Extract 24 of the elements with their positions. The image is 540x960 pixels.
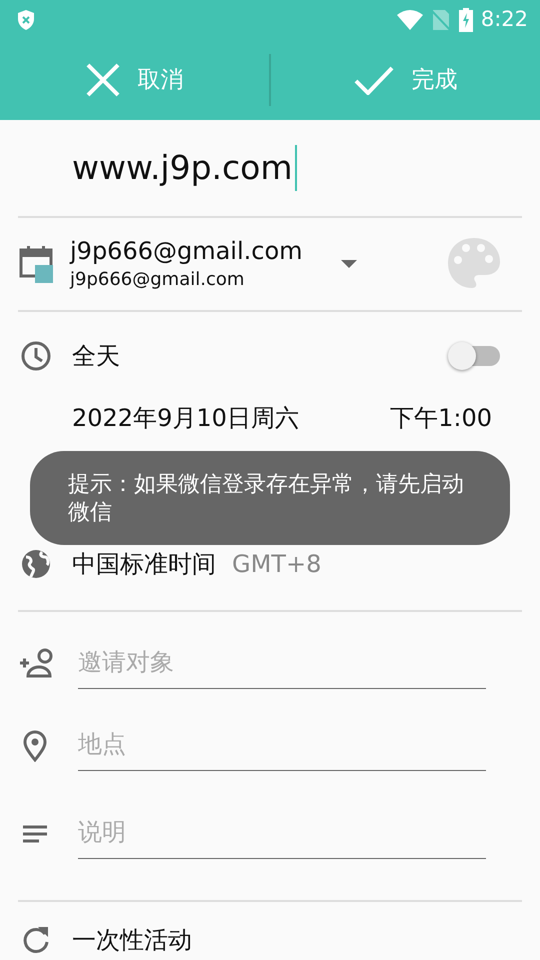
toast-message: 提示：如果微信登录存在异常，请先启动微信 bbox=[30, 451, 510, 545]
guests-field[interactable]: 邀请对象 bbox=[78, 640, 486, 688]
timezone-name[interactable]: 中国标准时间 bbox=[72, 546, 216, 582]
text-cursor bbox=[294, 145, 297, 191]
calendar-account: j9p666@gmail.com bbox=[70, 236, 303, 266]
start-date[interactable]: 2022年9月10日周六 bbox=[72, 400, 299, 436]
timezone-offset: GMT+8 bbox=[232, 549, 322, 580]
no-sim-icon bbox=[430, 9, 451, 31]
calendar-icon bbox=[18, 245, 54, 283]
repeat-option[interactable]: 一次性活动 bbox=[72, 922, 192, 958]
all-day-label: 全天 bbox=[72, 341, 120, 372]
dropdown-caret-icon[interactable] bbox=[340, 260, 357, 268]
check-icon bbox=[354, 65, 394, 95]
event-title-field[interactable]: www.j9p.com bbox=[72, 143, 293, 193]
start-time[interactable]: 下午1:00 bbox=[390, 400, 492, 436]
battery-charging-icon bbox=[458, 8, 473, 32]
shield-icon bbox=[16, 9, 36, 31]
wifi-icon bbox=[396, 10, 423, 30]
person-add-icon bbox=[18, 648, 54, 680]
description-field[interactable]: 说明 bbox=[78, 810, 486, 858]
location-field[interactable]: 地点 bbox=[78, 722, 486, 770]
account-email: j9p666@gmail.com bbox=[70, 268, 246, 292]
status-time: 8:22 bbox=[480, 6, 528, 34]
close-icon bbox=[86, 63, 120, 97]
